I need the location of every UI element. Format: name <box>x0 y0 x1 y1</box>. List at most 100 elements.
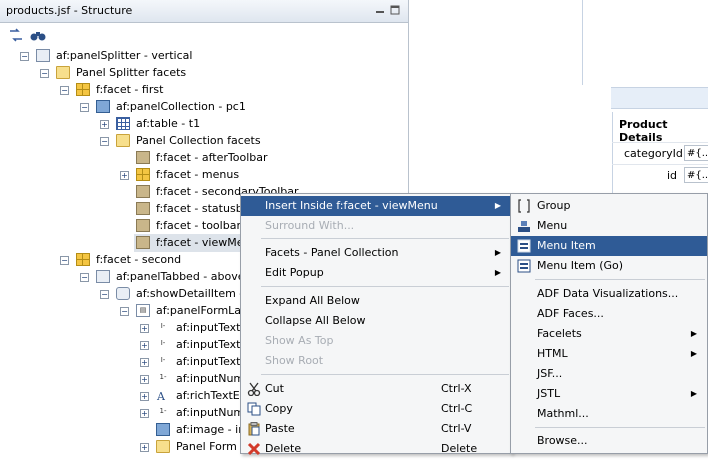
submenu-item-browse[interactable]: Browse... <box>511 431 707 451</box>
menu-item-facets[interactable]: Facets - Panel Collection ▶ <box>241 243 511 263</box>
copy-icon <box>247 402 261 416</box>
folder-icon <box>156 440 170 453</box>
menu-item-cut[interactable]: Cut Ctrl-X <box>241 379 511 399</box>
submenu-item-html[interactable]: HTML ▶ <box>511 344 707 364</box>
menu-item-edit-popup[interactable]: Edit Popup ▶ <box>241 263 511 283</box>
submenu-item-mathml[interactable]: Mathml... <box>511 404 707 424</box>
submenu-item-menu-item[interactable]: Menu Item <box>511 236 707 256</box>
submenu-item-group[interactable]: Group <box>511 196 707 216</box>
tree-node[interactable]: + af:table - t1 <box>0 115 408 133</box>
minimize-icon[interactable] <box>375 5 385 15</box>
menu-item-delete[interactable]: Delete Delete <box>241 439 511 459</box>
tree-node[interactable]: + f:facet - menus <box>0 166 408 184</box>
menu-item-paste[interactable]: Paste Ctrl-V <box>241 419 511 439</box>
collapse-icon[interactable]: − <box>80 103 89 112</box>
menu-item-show-as-top[interactable]: Show As Top <box>241 331 511 351</box>
menu-item-label: JSF... <box>537 367 563 380</box>
collapse-icon[interactable]: − <box>60 86 69 95</box>
submenu-item-adf-dvt[interactable]: ADF Data Visualizations... <box>511 284 707 304</box>
menu-item-show-root[interactable]: Show Root <box>241 351 511 371</box>
menu-item-insert-inside[interactable]: Insert Inside f:facet - viewMenu ▶ <box>241 196 511 216</box>
submenu-item-menu[interactable]: Menu <box>511 216 707 236</box>
expand-icon[interactable]: + <box>140 341 149 350</box>
menu-item-surround-with[interactable]: Surround With... <box>241 216 511 236</box>
tree-node[interactable]: − af:panelCollection - pc1 <box>0 98 408 116</box>
tree-node[interactable]: f:facet - afterToolbar <box>0 149 408 167</box>
tree-node[interactable]: − Panel Collection facets <box>0 132 408 150</box>
tree-node-label: f:facet - menus <box>156 168 240 181</box>
expand-icon[interactable]: + <box>100 120 109 129</box>
submenu-item-menu-item-go[interactable]: Menu Item (Go) <box>511 256 707 276</box>
submenu-item-adf-faces[interactable]: ADF Faces... <box>511 304 707 324</box>
expand-icon[interactable]: + <box>140 409 149 418</box>
sync-icon[interactable] <box>8 28 24 42</box>
collapse-icon[interactable]: − <box>120 307 129 316</box>
submenu-item-jsf[interactable]: JSF... <box>511 364 707 384</box>
group-icon <box>517 199 531 213</box>
menu-separator <box>535 279 705 280</box>
binoculars-icon[interactable] <box>30 28 46 42</box>
detail-value[interactable]: #{... <box>684 167 708 183</box>
collapse-icon[interactable]: − <box>80 273 89 282</box>
menu-item-icon <box>517 239 531 253</box>
folder-icon <box>56 66 70 79</box>
structure-panel-header: products.jsf - Structure <box>0 0 408 23</box>
expand-icon[interactable]: + <box>140 375 149 384</box>
collapse-icon[interactable]: − <box>100 290 109 299</box>
menu-item-label: Menu Item <box>537 239 596 252</box>
menu-item-label: Collapse All Below <box>265 314 366 327</box>
tree-node-label: af:richTextEd <box>176 389 247 402</box>
collapse-icon[interactable]: − <box>20 52 29 61</box>
expand-icon[interactable]: + <box>140 443 149 452</box>
facet-icon <box>136 185 150 198</box>
tree-node[interactable]: − Panel Splitter facets <box>0 64 408 82</box>
input-number-icon: 1- <box>156 406 170 419</box>
panel-title: products.jsf - Structure <box>6 4 133 17</box>
menu-separator <box>261 374 509 375</box>
shortcut-label: Ctrl-X <box>441 382 472 395</box>
expand-icon[interactable]: + <box>140 392 149 401</box>
input-text-icon: I- <box>156 321 170 334</box>
input-text-icon: I- <box>156 338 170 351</box>
submenu-item-facelets[interactable]: Facelets ▶ <box>511 324 707 344</box>
tree-node-label: af:panelCollection - pc1 <box>116 100 246 113</box>
menu-separator <box>261 238 509 239</box>
tree-node-label: af:showDetailItem - P <box>136 287 254 300</box>
context-menu: Insert Inside f:facet - viewMenu ▶ Surro… <box>240 193 512 456</box>
collapse-icon[interactable]: − <box>40 69 49 78</box>
collapse-icon[interactable]: − <box>60 256 69 265</box>
tree-node-label: af:panelTabbed - above <box>116 270 245 283</box>
menu-item-label: Show Root <box>265 354 324 367</box>
restore-icon[interactable] <box>390 5 400 15</box>
tree-node-label: af:panelSplitter - vertical <box>56 49 193 62</box>
collapse-icon[interactable]: − <box>100 137 109 146</box>
divider <box>582 0 583 85</box>
structure-toolbar <box>0 23 408 45</box>
tree-node-label: af:inputText <box>176 338 241 351</box>
expand-icon[interactable]: + <box>120 171 129 180</box>
facet-icon <box>136 219 150 232</box>
submenu-item-jstl[interactable]: JSTL ▶ <box>511 384 707 404</box>
shortcut-label: Delete <box>441 442 478 455</box>
menu-item-copy[interactable]: Copy Ctrl-C <box>241 399 511 419</box>
submenu-arrow-icon: ▶ <box>690 389 697 398</box>
facet-icon <box>136 151 150 164</box>
facet-icon <box>136 202 150 215</box>
facet-icon <box>136 236 150 249</box>
menu-item-expand-all[interactable]: Expand All Below <box>241 291 511 311</box>
expand-icon[interactable]: + <box>140 324 149 333</box>
detail-label: id <box>667 169 678 182</box>
tree-node[interactable]: − af:panelSplitter - vertical <box>0 47 408 65</box>
menu-item-label: Browse... <box>537 434 588 447</box>
menu-separator <box>261 286 509 287</box>
expand-icon[interactable]: + <box>140 358 149 367</box>
tree-node[interactable]: − f:facet - first <box>0 81 408 99</box>
tree-node-label: f:facet - toolbar <box>156 219 241 232</box>
panel-collection-icon <box>96 100 110 113</box>
menu-item-label: Menu <box>537 219 568 232</box>
tree-node-selected[interactable]: f:facet - viewMenu <box>134 234 257 252</box>
menu-icon <box>517 219 531 233</box>
product-details-title: Product Details <box>619 118 668 144</box>
detail-value[interactable]: #{... <box>684 145 708 161</box>
menu-item-collapse-all[interactable]: Collapse All Below <box>241 311 511 331</box>
